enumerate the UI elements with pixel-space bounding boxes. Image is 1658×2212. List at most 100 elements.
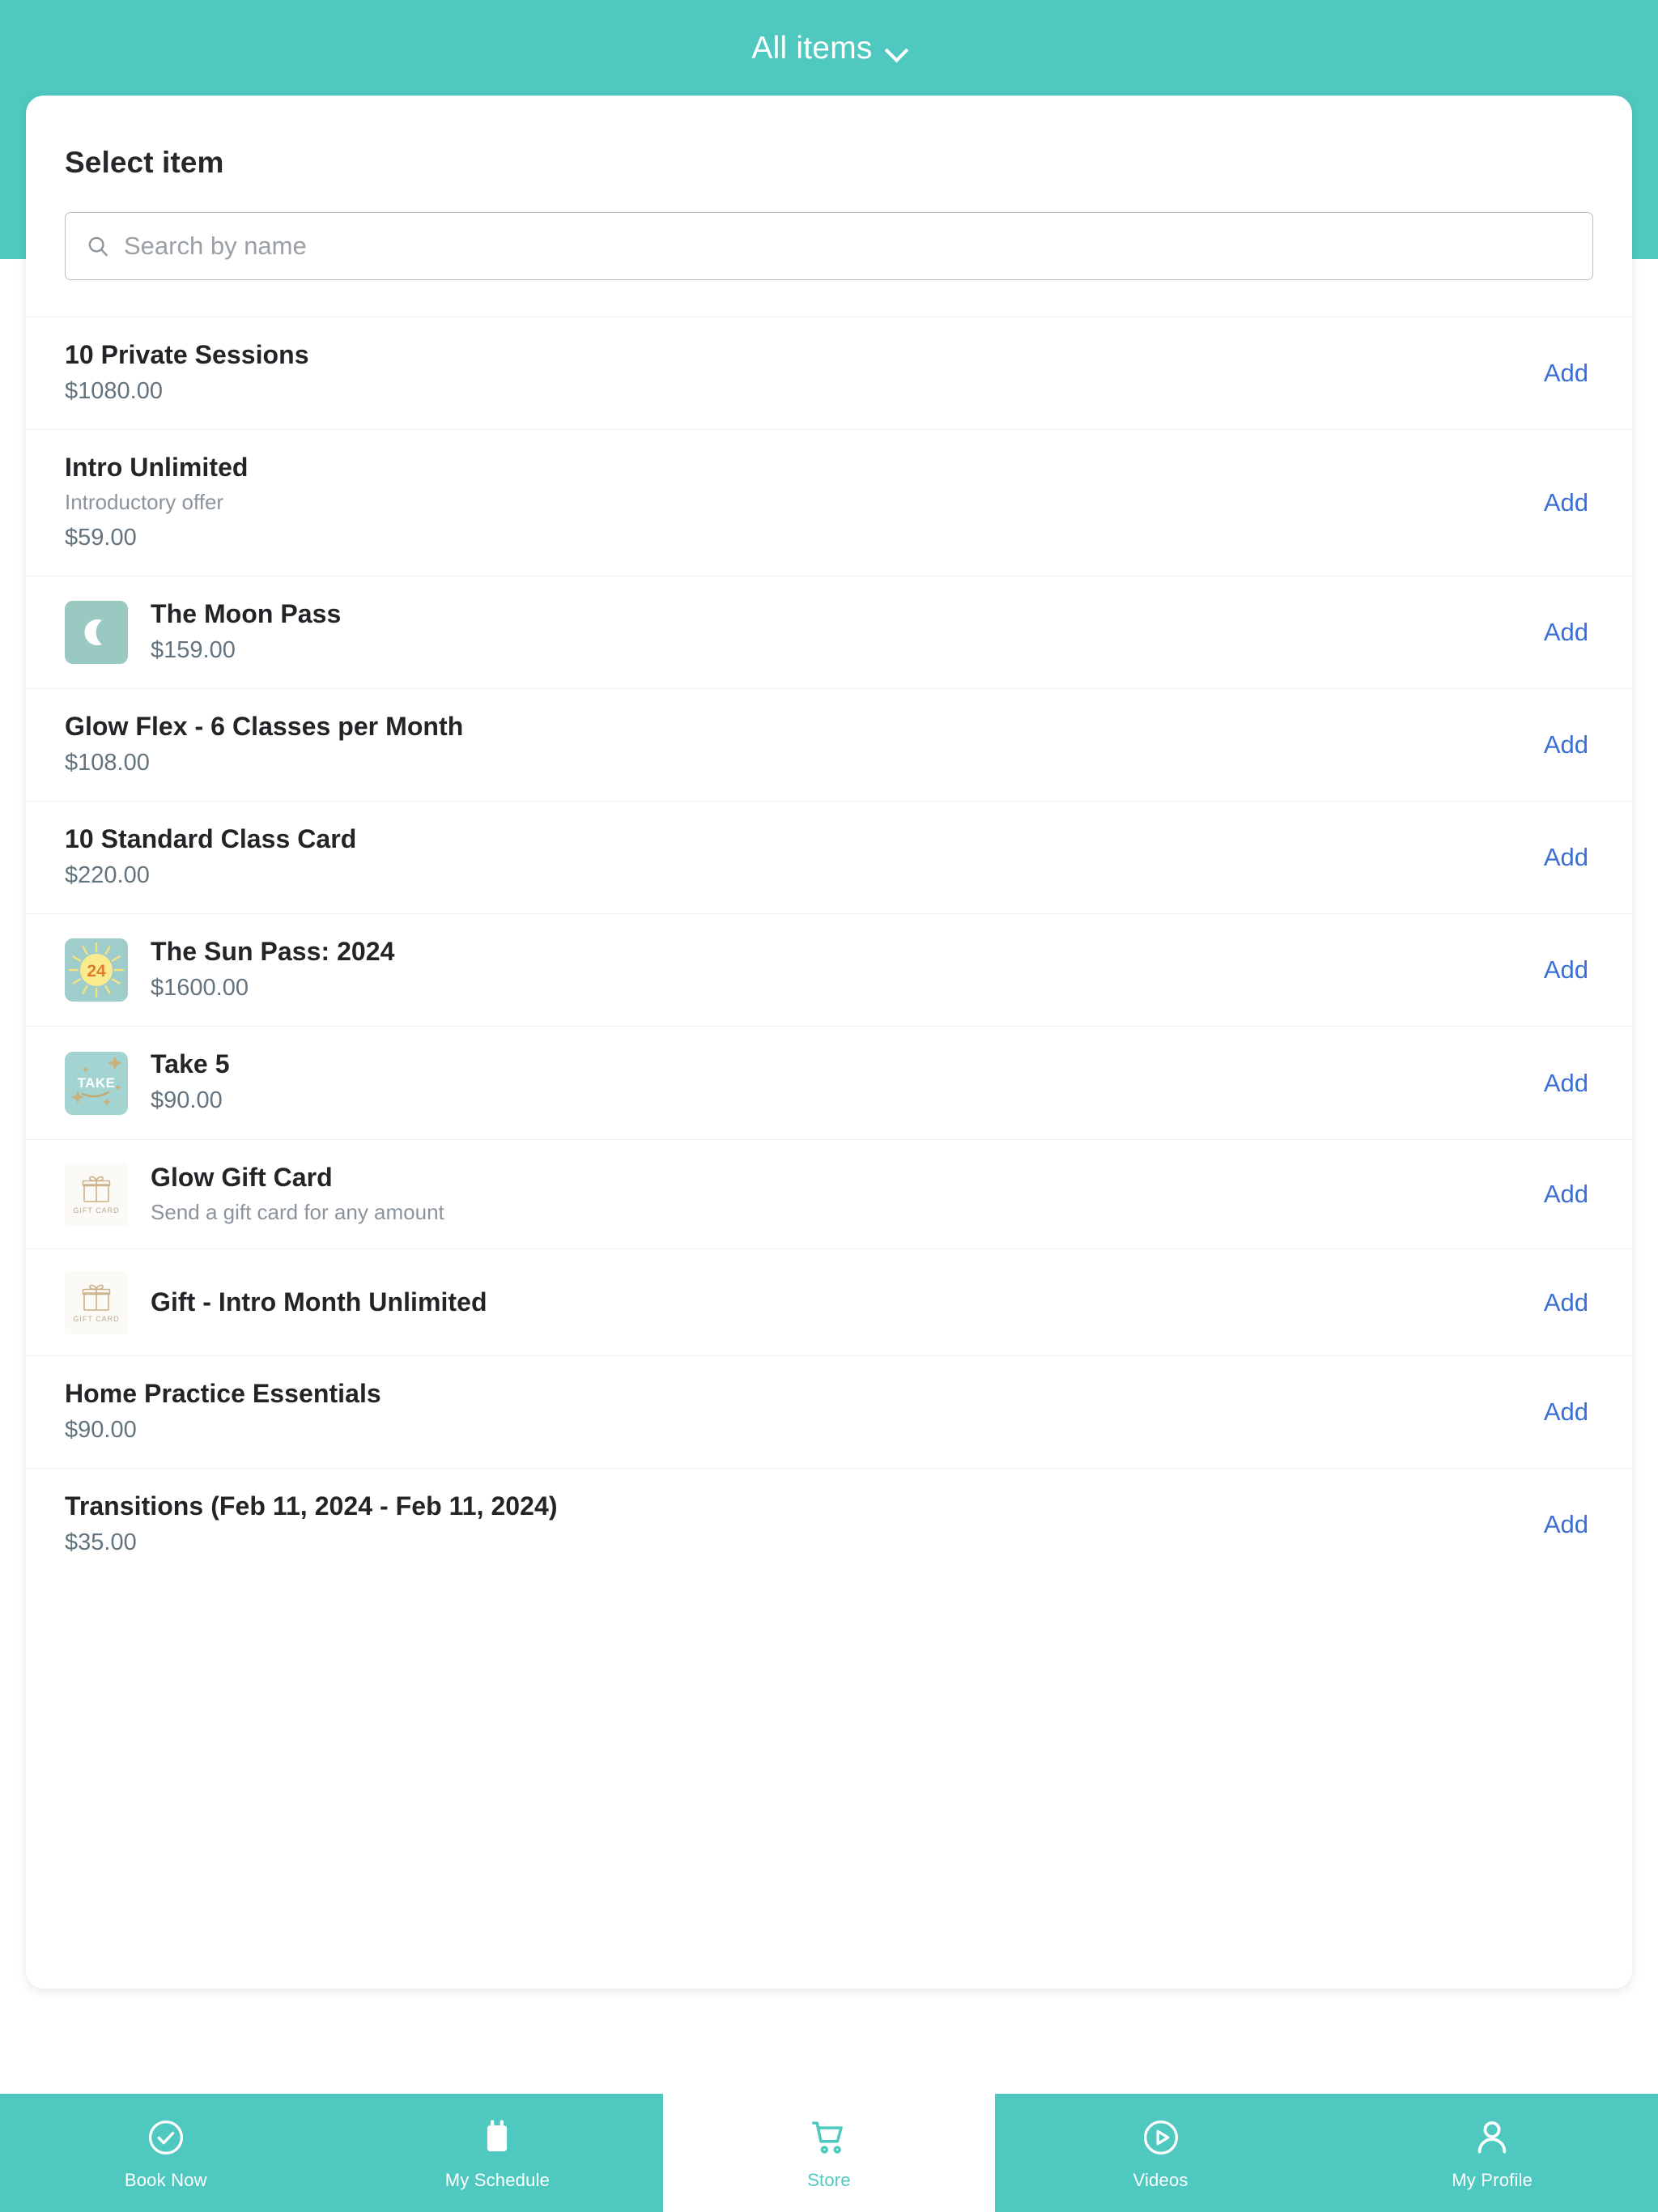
list-item[interactable]: Transitions (Feb 11, 2024 - Feb 11, 2024… bbox=[26, 1468, 1632, 1580]
item-price: $59.00 bbox=[65, 524, 137, 551]
page-title: Select item bbox=[65, 146, 224, 179]
nav-item-store[interactable]: Store bbox=[663, 2094, 995, 2212]
search-icon bbox=[85, 233, 111, 259]
list-item-text: 10 Standard Class Card $220.00 bbox=[65, 823, 356, 892]
add-button[interactable]: Add bbox=[1521, 474, 1593, 532]
list-item-content: Home Practice Essentials $90.00 bbox=[65, 1356, 1521, 1468]
list-item[interactable]: GIFT CARD Glow Gift Card Send a gift card … bbox=[26, 1138, 1632, 1249]
item-price: $1600.00 bbox=[151, 975, 249, 1002]
item-name: Home Practice Essentials bbox=[65, 1379, 381, 1409]
item-name: Glow Gift Card bbox=[151, 1162, 333, 1192]
chevron-down-icon bbox=[886, 40, 907, 62]
store-screen: All items Select item Search by name 10 … bbox=[0, 0, 1658, 2212]
list-item-content: GIFT CARD Gift - Intro Month Unlimited bbox=[65, 1250, 1521, 1355]
svg-text:GIFT CARD: GIFT CARD bbox=[73, 1315, 119, 1323]
item-subtitle: Send a gift card for any amount bbox=[151, 1199, 444, 1224]
list-item[interactable]: Glow Flex - 6 Classes per Month $108.00 Ad… bbox=[26, 688, 1632, 801]
nav-item-videos[interactable]: Videos bbox=[994, 2094, 1327, 2212]
item-price: $220.00 bbox=[65, 862, 150, 889]
add-button[interactable]: Add bbox=[1521, 941, 1593, 999]
item-price: $90.00 bbox=[65, 1417, 137, 1444]
list-item-content: GIFT CARD Glow Gift Card Send a gift card … bbox=[65, 1140, 1521, 1249]
list-item-text: Gift - Intro Month Unlimited bbox=[151, 1286, 487, 1319]
list-item-text: 10 Private Sessions $1080.00 bbox=[65, 338, 309, 408]
add-button[interactable]: Add bbox=[1521, 1495, 1593, 1554]
list-item-content: Glow Flex - 6 Classes per Month $108.00 bbox=[65, 689, 1521, 801]
item-name: Gift - Intro Month Unlimited bbox=[151, 1287, 487, 1317]
take-five-thumbnail: TAKE bbox=[65, 1051, 128, 1115]
list-item-text: The Moon Pass $159.00 bbox=[151, 598, 341, 667]
nav-item-my-profile[interactable]: My Profile bbox=[1326, 2094, 1658, 2212]
search-placeholder: Search by name bbox=[124, 232, 307, 260]
add-button[interactable]: Add bbox=[1521, 603, 1593, 661]
item-name: Take 5 bbox=[151, 1049, 230, 1079]
list-item[interactable]: Intro Unlimited Introductory offer $59.00 A… bbox=[26, 429, 1632, 576]
item-name: Glow Flex - 6 Classes per Month bbox=[65, 712, 464, 742]
list-item[interactable]: 24 The Sun Pass: 2024 $1600.00 Add bbox=[26, 913, 1632, 1026]
moon-icon bbox=[65, 601, 128, 664]
list-item[interactable]: Home Practice Essentials $90.00 Add bbox=[26, 1355, 1632, 1468]
list-item-content: Transitions (Feb 11, 2024 - Feb 11, 2024… bbox=[65, 1469, 1521, 1580]
bottom-navigation: Book Now My Schedule Store Videos My Profile bbox=[0, 2094, 1658, 2212]
nav-item-label: Videos bbox=[1133, 2170, 1188, 2190]
svg-text:TAKE: TAKE bbox=[77, 1075, 115, 1091]
nav-item-label: My Schedule bbox=[444, 2170, 551, 2190]
header-title: All items bbox=[751, 31, 873, 66]
item-price: $35.00 bbox=[65, 1529, 137, 1556]
calendar-icon bbox=[474, 2115, 520, 2160]
add-button[interactable]: Add bbox=[1521, 716, 1593, 774]
item-name: 10 Standard Class Card bbox=[65, 824, 357, 854]
list-item-text: The Sun Pass: 2024 $1600.00 bbox=[151, 935, 394, 1005]
item-price: $1080.00 bbox=[65, 377, 163, 404]
gift-card-icon: GIFT CARD bbox=[65, 1270, 128, 1334]
list-item-text: Intro Unlimited Introductory offer $59.00 bbox=[65, 451, 249, 555]
add-button[interactable]: Add bbox=[1521, 1165, 1593, 1223]
list-item[interactable]: The Moon Pass $159.00 Add bbox=[26, 575, 1632, 688]
play-circle-icon bbox=[1138, 2115, 1184, 2160]
add-button[interactable]: Add bbox=[1521, 1383, 1593, 1441]
item-name: Intro Unlimited bbox=[65, 453, 249, 483]
item-name: Transitions (Feb 11, 2024 - Feb 11, 2024… bbox=[65, 1491, 558, 1521]
shopping-cart-icon bbox=[806, 2115, 852, 2160]
list-item[interactable]: 10 Private Sessions $1080.00 Add bbox=[26, 317, 1632, 429]
list-item[interactable]: 10 Standard Class Card $220.00 Add bbox=[26, 801, 1632, 913]
item-price: $159.00 bbox=[151, 636, 236, 663]
list-item-text: Glow Flex - 6 Classes per Month $108.00 bbox=[65, 710, 463, 780]
nav-item-label: Book Now bbox=[124, 2170, 207, 2190]
item-list: 10 Private Sessions $1080.00 Add Intro Unli… bbox=[26, 317, 1632, 1580]
item-name: The Sun Pass: 2024 bbox=[151, 937, 395, 967]
all-items-dropdown[interactable]: All items bbox=[751, 31, 906, 66]
gift-card-icon: GIFT CARD bbox=[65, 1162, 128, 1226]
nav-item-book-now[interactable]: Book Now bbox=[0, 2094, 332, 2212]
item-price: $108.00 bbox=[65, 750, 150, 776]
item-selection-sheet: Select item Search by name 10 Private Se… bbox=[26, 96, 1632, 1989]
add-button[interactable]: Add bbox=[1521, 1274, 1593, 1332]
list-item-content: TAKE Take 5 $90.00 bbox=[65, 1027, 1521, 1138]
add-button[interactable]: Add bbox=[1521, 828, 1593, 887]
item-name: The Moon Pass bbox=[151, 598, 342, 628]
list-item-content: Intro Unlimited Introductory offer $59.00 bbox=[65, 430, 1521, 576]
list-item-content: 24 The Sun Pass: 2024 $1600.00 bbox=[65, 914, 1521, 1026]
item-name: 10 Private Sessions bbox=[65, 340, 309, 369]
svg-text:24: 24 bbox=[87, 962, 106, 981]
item-subtitle: Introductory offer bbox=[65, 490, 224, 515]
nav-item-label: Store bbox=[807, 2170, 851, 2190]
list-item-text: Home Practice Essentials $90.00 bbox=[65, 1377, 381, 1447]
sun-icon: 24 bbox=[65, 938, 128, 1002]
nav-item-label: My Profile bbox=[1452, 2170, 1533, 2190]
search-input[interactable]: Search by name bbox=[65, 212, 1593, 280]
add-button[interactable]: Add bbox=[1521, 344, 1593, 402]
add-button[interactable]: Add bbox=[1521, 1054, 1593, 1112]
header-bar: All items bbox=[0, 0, 1658, 97]
person-icon bbox=[1469, 2115, 1515, 2160]
list-item-content: 10 Standard Class Card $220.00 bbox=[65, 802, 1521, 913]
nav-item-my-schedule[interactable]: My Schedule bbox=[331, 2094, 664, 2212]
list-item-content: The Moon Pass $159.00 bbox=[65, 576, 1521, 688]
list-item-content: 10 Private Sessions $1080.00 bbox=[65, 317, 1521, 429]
list-item[interactable]: TAKE Take 5 $90.00 Add bbox=[26, 1026, 1632, 1138]
list-item[interactable]: GIFT CARD Gift - Intro Month Unlimited Add bbox=[26, 1249, 1632, 1355]
svg-text:GIFT CARD: GIFT CARD bbox=[73, 1206, 119, 1214]
list-item-text: Glow Gift Card Send a gift card for any a… bbox=[151, 1161, 444, 1228]
check-circle-icon bbox=[143, 2115, 189, 2160]
list-item-text: Transitions (Feb 11, 2024 - Feb 11, 2024… bbox=[65, 1490, 558, 1559]
